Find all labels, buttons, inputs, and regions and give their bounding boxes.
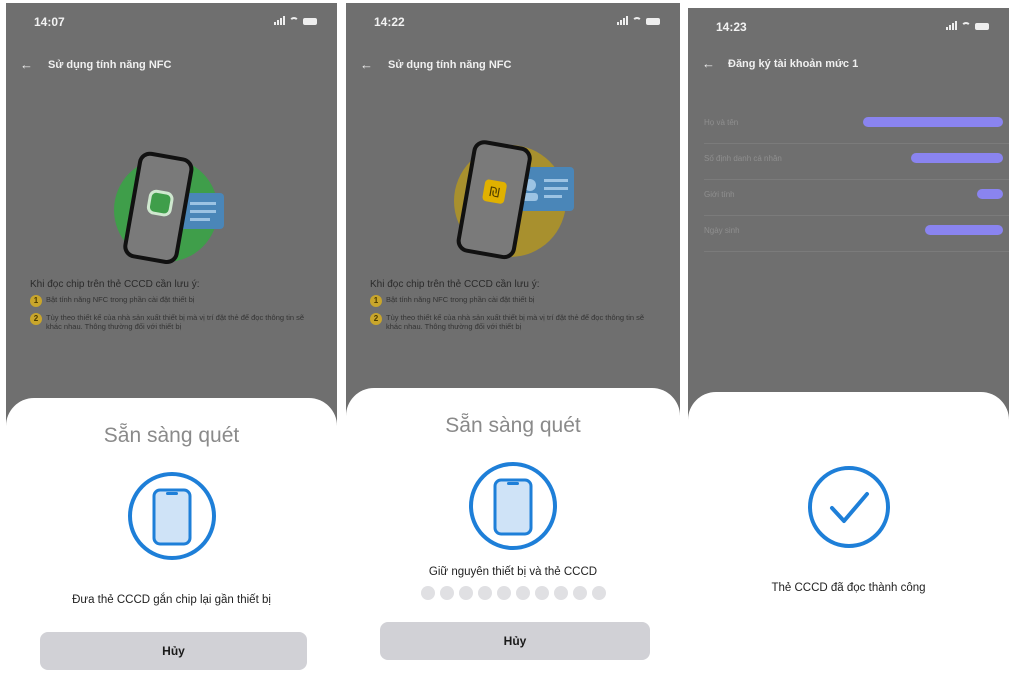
signal-icon [946,21,957,30]
system-icons [274,16,317,25]
field-birth-date: Ngày sinh [704,216,1009,252]
success-message: Thẻ CCCD đã đọc thành công [771,582,926,594]
phone-screen-nfc-reading: 14:22 ← Sử dụng tính năng NFC ₪ Khi đọc … [346,3,680,688]
page-title: Sử dụng tính năng NFC [388,59,512,71]
sheet-title: Sẵn sàng quét [445,414,581,437]
status-time: 14:22 [374,15,405,29]
redacted-value [863,117,1003,127]
note-item: 1 Bật tính năng NFC trong phần cài đặt th… [370,295,660,307]
status-bar: 14:23 [688,8,1009,48]
redacted-value [977,189,1003,199]
notes-heading: Khi đọc chip trên thẻ CCCD cần lưu ý: [30,279,200,290]
scan-progress-dots [346,586,680,600]
scan-status-message: Giữ nguyên thiết bị và thẻ CCCD [428,566,598,578]
progress-dot [439,586,454,600]
redacted-value [911,153,1003,163]
system-icons [946,21,989,30]
nav-bar: ← Sử dụng tính năng NFC [346,53,680,81]
progress-dot [477,586,492,600]
nav-bar: ← Sử dụng tính năng NFC [6,53,337,81]
nfc-notes: Khi đọc chip trên thẻ CCCD cần lưu ý: 1B… [30,279,317,337]
system-icons [617,16,660,25]
phone-scan-icon [127,472,216,560]
progress-dot [515,586,530,600]
status-time: 14:23 [716,20,747,34]
progress-dot [420,586,435,600]
progress-dot [591,586,606,600]
phone-screen-register: 14:23 ← Đăng ký tài khoản mức 1 Họ và tê… [688,8,1009,688]
success-sheet: Thẻ CCCD đã đọc thành công [688,392,1009,688]
battery-icon [646,18,660,25]
progress-dot [572,586,587,600]
notes-heading: Khi đọc chip trên thẻ CCCD cần lưu ý: [370,279,540,290]
scan-sheet: Sẵn sàng quét Giữ nguyên thiết bị và thẻ… [346,388,680,688]
cancel-button[interactable]: Hủy [40,632,307,670]
back-arrow-icon[interactable]: ← [360,57,373,72]
nfc-phone-card-illustration [114,151,224,264]
progress-dot [458,586,473,600]
nfc-notes: Khi đọc chip trên thẻ CCCD cần lưu ý: 1B… [370,279,660,337]
note-item: 1 Bật tính năng NFC trong phần cài đặt th… [30,295,317,307]
wifi-icon [289,17,299,25]
field-full-name: Họ và tên [704,108,1009,144]
phone-scan-icon [469,462,557,550]
nfc-phone-card-illustration: ₪ [454,140,574,260]
redacted-value [925,225,1003,235]
scan-instruction: Đưa thẻ CCCD gắn chip lại gần thiết bị [72,594,271,606]
sheet-title: Sẵn sàng quét [103,424,240,447]
signal-icon [617,16,628,25]
progress-dot [496,586,511,600]
back-arrow-icon[interactable]: ← [20,57,33,72]
progress-dot [534,586,549,600]
status-bar: 14:22 [346,3,680,43]
note-item: 2 Tùy theo thiết kế của nhà sản xuất thiế… [370,313,660,331]
phone-screen-nfc-ready: 14:07 ← Sử dụng tính năng NFC Khi đọc ch… [6,3,337,688]
nav-bar: ← Đăng ký tài khoản mức 1 [688,52,1009,80]
wifi-icon [961,22,971,30]
field-id-number: Số định danh cá nhân [704,144,1009,180]
cancel-button[interactable]: Hủy [380,622,650,660]
signal-icon [274,16,285,25]
note-item: 2 Tùy theo thiết kế của nhà sản xuất thiế… [30,313,317,331]
field-label: Ngày sinh [704,226,740,235]
status-bar: 14:07 [6,3,337,43]
field-label: Giới tính [704,190,735,199]
page-title: Đăng ký tài khoản mức 1 [728,58,859,70]
field-label: Họ và tên [704,118,739,127]
progress-dot [553,586,568,600]
check-circle-icon [807,466,890,548]
page-title: Sử dụng tính năng NFC [48,59,172,71]
battery-icon [975,23,989,30]
back-arrow-icon[interactable]: ← [702,56,715,71]
battery-icon [303,18,317,25]
scan-sheet: Sẵn sàng quét Đưa thẻ CCCD gắn chip lại … [6,398,337,688]
field-gender: Giới tính [704,180,1009,216]
wifi-icon [632,17,642,25]
field-label: Số định danh cá nhân [704,154,782,163]
status-time: 14:07 [34,15,65,29]
